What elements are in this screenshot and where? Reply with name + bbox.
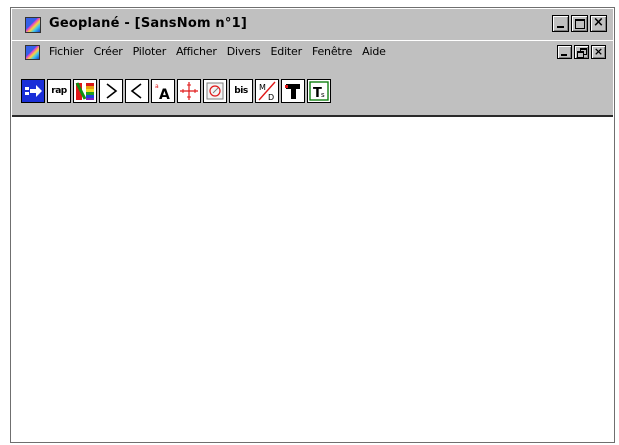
- window-controls: ×: [552, 15, 607, 32]
- greater-than-icon[interactable]: [99, 79, 123, 103]
- menu-afficher[interactable]: Afficher: [176, 45, 217, 58]
- svg-text:s: s: [321, 91, 325, 99]
- menu-creer[interactable]: Créer: [94, 45, 123, 58]
- svg-text:M: M: [259, 83, 266, 92]
- maximize-icon[interactable]: [571, 15, 588, 32]
- less-than-icon[interactable]: [125, 79, 149, 103]
- axes-icon[interactable]: [177, 79, 201, 103]
- bis-button[interactable]: bis: [229, 79, 253, 103]
- application-window: Geoplané - [SansNom n°1] × Fichier Créer…: [10, 7, 615, 443]
- menu-fichier[interactable]: Fichier: [49, 45, 84, 58]
- fraction-md-icon[interactable]: M D: [255, 79, 279, 103]
- svg-text:A: A: [159, 87, 170, 102]
- ts-icon[interactable]: T s: [307, 79, 331, 103]
- send-arrow-icon[interactable]: [21, 79, 45, 103]
- doc-close-icon[interactable]: ×: [591, 45, 606, 59]
- menu-aide[interactable]: Aide: [362, 45, 386, 58]
- menu-list: Fichier Créer Piloter Afficher Divers Ed…: [49, 45, 396, 58]
- menu-piloter[interactable]: Piloter: [133, 45, 167, 58]
- rap-button[interactable]: rap: [47, 79, 71, 103]
- menu-editer[interactable]: Editer: [271, 45, 303, 58]
- menu-divers[interactable]: Divers: [227, 45, 261, 58]
- document-icon[interactable]: [25, 45, 40, 60]
- geoplan-app-icon[interactable]: [25, 17, 41, 33]
- circle-icon[interactable]: [203, 79, 227, 103]
- svg-text:D: D: [268, 93, 274, 102]
- close-icon[interactable]: ×: [590, 15, 607, 32]
- doc-restore-icon[interactable]: [574, 45, 589, 59]
- doc-minimize-icon[interactable]: [557, 45, 572, 59]
- menu-bar: Fichier Créer Piloter Afficher Divers Ed…: [12, 41, 613, 65]
- color-palette-icon[interactable]: [73, 79, 97, 103]
- menu-fenetre[interactable]: Fenêtre: [312, 45, 352, 58]
- text-size-icon[interactable]: a A: [151, 79, 175, 103]
- hammer-icon[interactable]: [281, 79, 305, 103]
- minimize-icon[interactable]: [552, 15, 569, 32]
- toolbar: rap a A bis M D T s: [12, 65, 613, 117]
- document-canvas[interactable]: [12, 117, 613, 441]
- title-bar[interactable]: Geoplané - [SansNom n°1] ×: [12, 9, 613, 40]
- window-title: Geoplané - [SansNom n°1]: [49, 16, 247, 31]
- document-controls: ×: [557, 45, 606, 59]
